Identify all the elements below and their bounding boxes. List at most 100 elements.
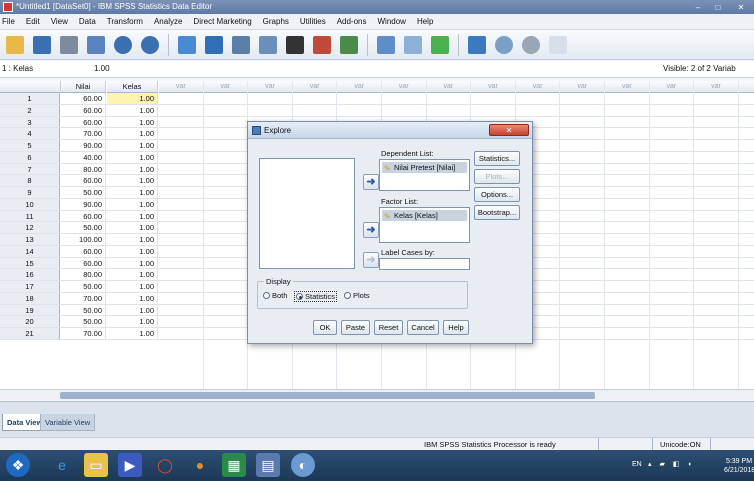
cell-nilai[interactable]: 90.00 [61, 140, 106, 151]
column-header-var[interactable]: var [560, 81, 605, 93]
cell-value-input[interactable]: 1.00 [94, 64, 110, 73]
reset-button[interactable]: Reset [374, 320, 403, 335]
row-number[interactable]: 17 [0, 281, 60, 292]
cell-kelas[interactable]: 1.00 [107, 140, 158, 151]
insert-cases-icon[interactable] [313, 35, 331, 54]
cell-nilai[interactable]: 100.00 [61, 234, 106, 245]
radio-both[interactable]: Both [263, 291, 287, 300]
split-file-icon[interactable] [377, 35, 395, 54]
label-cases-field[interactable] [379, 258, 470, 270]
row-number[interactable]: 3 [0, 116, 60, 128]
menu-help[interactable]: Help [417, 17, 433, 26]
cell-nilai[interactable]: 40.00 [61, 151, 106, 163]
cell-nilai[interactable]: 60.00 [61, 257, 106, 269]
column-header-var[interactable]: var [292, 81, 338, 93]
menu-file[interactable]: File [2, 17, 15, 26]
dependent-list-item[interactable]: ✎ Nilai Pretest [Nilai] [382, 162, 467, 173]
column-header-var[interactable]: var [738, 81, 754, 93]
internet-explorer-icon[interactable]: e [50, 453, 74, 477]
dependent-list[interactable]: ✎ Nilai Pretest [Nilai] [379, 159, 470, 191]
factor-list[interactable]: ✎ Kelas [Kelas] [379, 207, 470, 243]
cell-nilai[interactable]: 60.00 [61, 245, 106, 257]
help-button[interactable]: Help [443, 320, 469, 335]
open-folder-icon[interactable] [6, 35, 24, 54]
row-number[interactable]: 6 [0, 151, 60, 163]
column-header-var[interactable]: var [248, 81, 293, 93]
menu-window[interactable]: Window [377, 17, 405, 26]
row-number[interactable]: 7 [0, 163, 60, 175]
print-icon[interactable] [60, 35, 78, 54]
select-cases-icon[interactable] [431, 35, 449, 54]
cell-nilai[interactable]: 70.00 [61, 292, 106, 304]
cell-kelas[interactable]: 1.00 [107, 257, 158, 269]
cell-nilai[interactable]: 80.00 [61, 163, 106, 175]
close-window-button[interactable]: ✕ [728, 0, 754, 14]
row-number[interactable]: 5 [0, 140, 60, 151]
row-number[interactable]: 2 [0, 104, 60, 116]
variables-icon[interactable] [232, 35, 250, 54]
column-header-var[interactable]: var [382, 81, 427, 93]
cell-nilai[interactable]: 50.00 [61, 187, 106, 198]
cell-kelas[interactable]: 1.00 [107, 163, 158, 175]
statistics-button[interactable]: Statistics... [474, 151, 520, 166]
row-number[interactable]: 15 [0, 257, 60, 269]
row-number[interactable]: 8 [0, 175, 60, 186]
row-number[interactable]: 10 [0, 198, 60, 210]
goto-variable-icon[interactable] [205, 35, 223, 54]
cell-kelas[interactable]: 1.00 [107, 304, 158, 316]
row-number[interactable]: 20 [0, 316, 60, 327]
redo-icon[interactable] [141, 35, 159, 54]
row-number[interactable]: 21 [0, 328, 60, 339]
radio-statistics[interactable]: Statistics [294, 291, 338, 302]
cell-kelas[interactable]: 1.00 [107, 128, 158, 139]
cell-kelas[interactable]: 1.00 [107, 316, 158, 327]
source-variable-list[interactable] [259, 158, 355, 269]
column-header-var[interactable]: var [337, 81, 382, 93]
row-number[interactable]: 14 [0, 245, 60, 257]
spelling-icon[interactable] [549, 35, 567, 54]
cell-nilai[interactable]: 70.00 [61, 128, 106, 139]
show-all-variables-icon[interactable] [522, 35, 540, 54]
column-header-var[interactable]: var [471, 81, 516, 93]
row-number[interactable]: 9 [0, 187, 60, 198]
cell-nilai[interactable]: 70.00 [61, 328, 106, 339]
cell-kelas[interactable]: 1.00 [107, 151, 158, 163]
cell-kelas-selected[interactable]: 1.00 [107, 93, 158, 104]
spss-viewer-icon[interactable]: ▤ [256, 453, 280, 477]
minimize-button[interactable]: – [688, 0, 708, 14]
clock[interactable]: 5:39 PM 6/21/2018 [724, 457, 754, 475]
factor-list-item[interactable]: ✎ Kelas [Kelas] [382, 210, 467, 221]
maximize-button[interactable]: □ [708, 0, 728, 14]
cancel-button[interactable]: Cancel [407, 320, 439, 335]
cell-nilai[interactable]: 60.00 [61, 93, 106, 104]
menu-view[interactable]: View [51, 17, 68, 26]
dialog-close-button[interactable]: ✕ [489, 124, 529, 136]
ok-button[interactable]: OK [313, 320, 337, 335]
menu-add-ons[interactable]: Add-ons [337, 17, 367, 26]
row-number[interactable]: 18 [0, 292, 60, 304]
cell-nilai[interactable]: 60.00 [61, 210, 106, 222]
cell-kelas[interactable]: 1.00 [107, 269, 158, 280]
row-number[interactable]: 16 [0, 269, 60, 280]
spss-statistics-icon[interactable]: ◐ [291, 453, 315, 477]
cell-nilai[interactable]: 80.00 [61, 269, 106, 280]
cell-nilai[interactable]: 50.00 [61, 281, 106, 292]
cell-kelas[interactable]: 1.00 [107, 175, 158, 186]
bootstrap-button[interactable]: Bootstrap... [474, 205, 520, 220]
column-header-nilai[interactable]: Nilai [61, 81, 106, 93]
cell-kelas[interactable]: 1.00 [107, 210, 158, 222]
cell-nilai[interactable]: 60.00 [61, 116, 106, 128]
run-descriptives-icon[interactable] [259, 35, 277, 54]
column-header-var[interactable]: var [515, 81, 561, 93]
cell-nilai[interactable]: 50.00 [61, 316, 106, 327]
column-header-var[interactable]: var [159, 81, 204, 93]
cell-nilai[interactable]: 60.00 [61, 104, 106, 116]
column-header-var[interactable]: var [694, 81, 739, 93]
column-header-var[interactable]: var [605, 81, 650, 93]
cell-nilai[interactable]: 50.00 [61, 222, 106, 233]
goto-case-icon[interactable] [178, 35, 196, 54]
row-number[interactable]: 12 [0, 222, 60, 233]
menu-analyze[interactable]: Analyze [154, 17, 182, 26]
firefox-icon[interactable]: ● [188, 453, 212, 477]
scrollbar-thumb[interactable] [60, 392, 595, 399]
